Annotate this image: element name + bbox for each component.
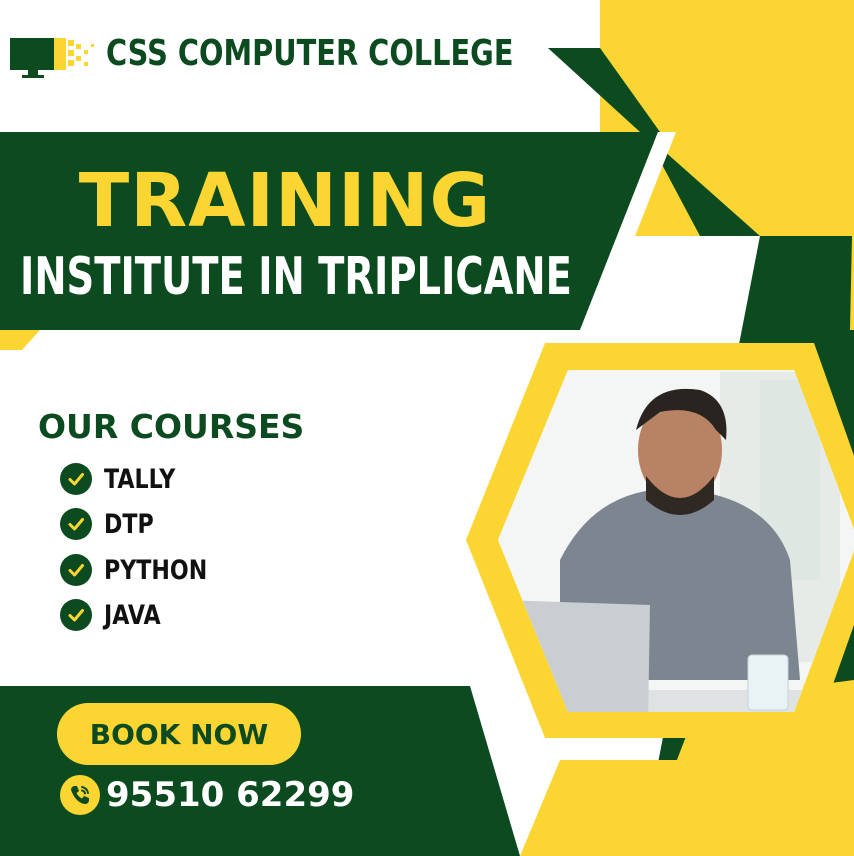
check-circle-icon	[60, 554, 92, 586]
phone-call-icon	[60, 775, 100, 815]
headline-subtitle: INSTITUTE IN TRIPLICANE	[20, 247, 572, 307]
course-item-tally: TALLY	[60, 461, 191, 497]
course-label: DTP	[104, 508, 154, 540]
headline-title: TRAINING	[78, 158, 492, 244]
check-circle-icon	[60, 508, 92, 540]
course-item-java: JAVA	[60, 597, 173, 633]
check-circle-icon	[60, 463, 92, 495]
course-item-python: PYTHON	[60, 552, 230, 588]
book-now-button[interactable]: BOOK NOW	[57, 703, 301, 765]
brand-name: CSS COMPUTER COLLEGE	[106, 33, 514, 74]
phone-number-link[interactable]: 95510 62299	[60, 772, 354, 818]
check-circle-icon	[60, 599, 92, 631]
promo-poster: CSS COMPUTER COLLEGE TRAINING INSTITUTE …	[0, 0, 854, 856]
course-label: TALLY	[104, 463, 176, 495]
book-now-label: BOOK NOW	[89, 717, 269, 751]
course-label: JAVA	[104, 599, 161, 631]
course-label: PYTHON	[104, 554, 208, 586]
phone-number: 95510 62299	[106, 775, 355, 815]
courses-heading: OUR COURSES	[38, 407, 305, 446]
monitor-pixel-logo-icon	[10, 36, 100, 82]
course-item-dtp: DTP	[60, 506, 165, 542]
